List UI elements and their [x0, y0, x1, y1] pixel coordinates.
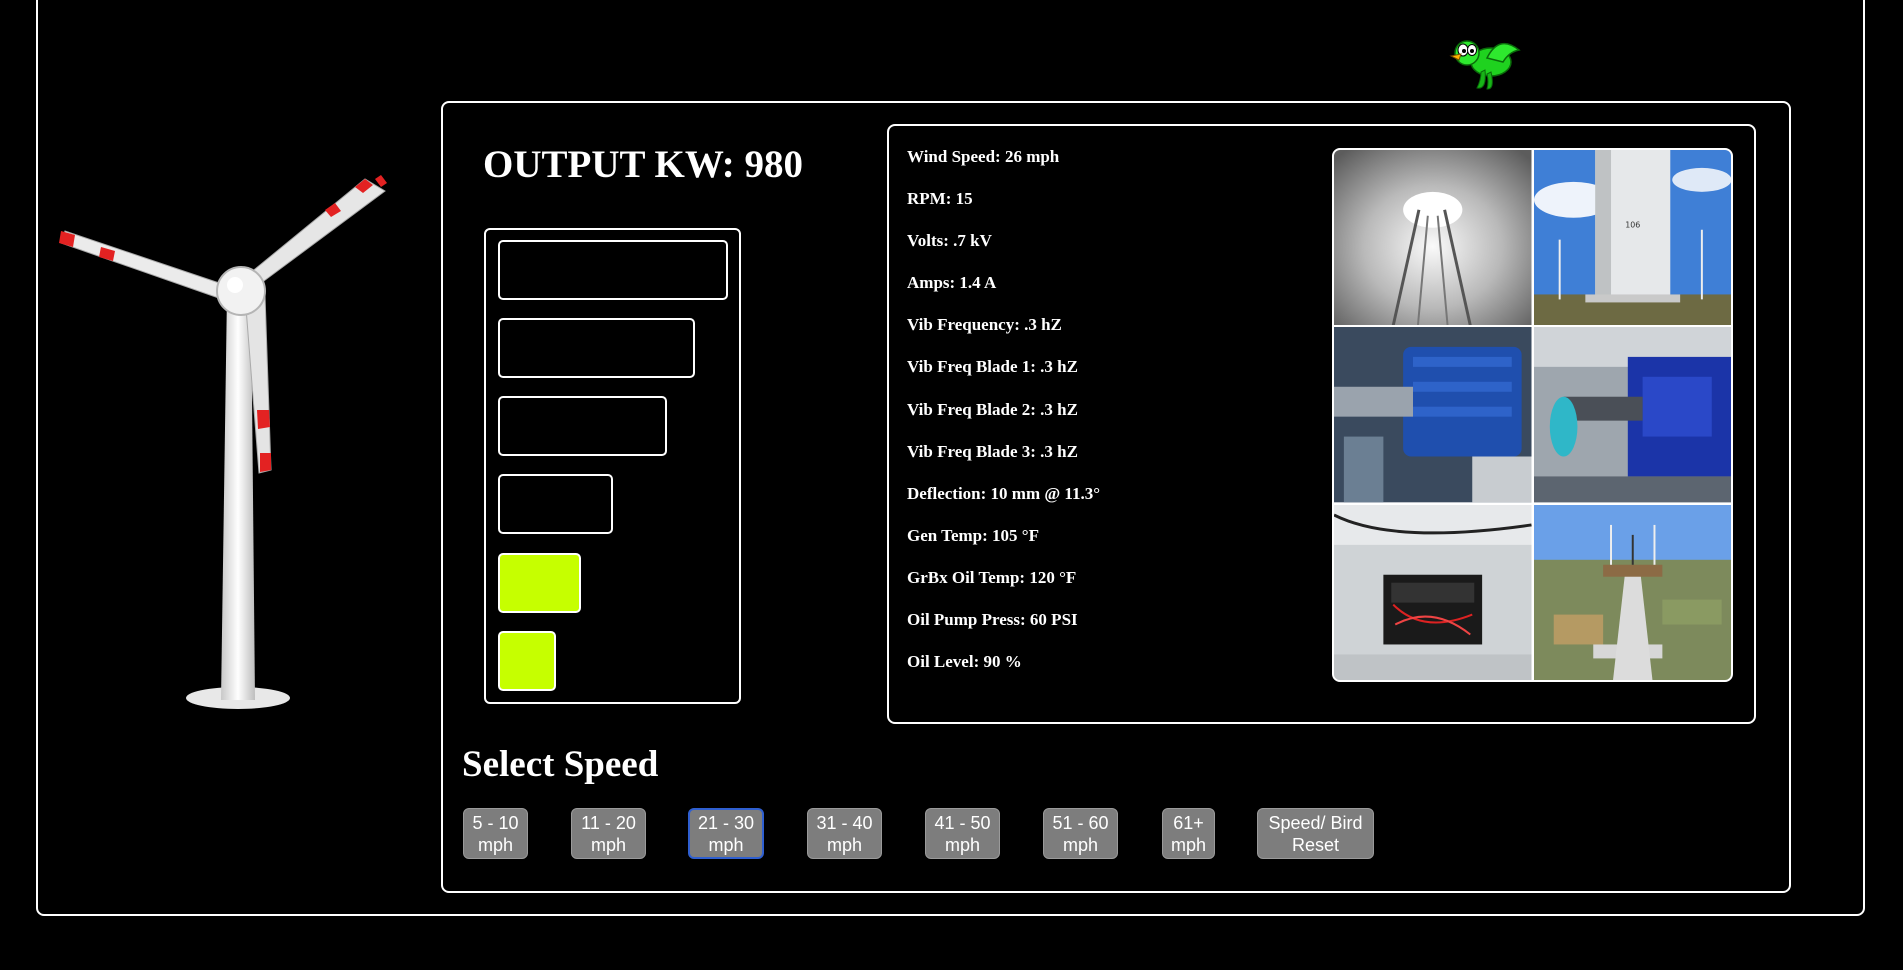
- speed-button-line1: Speed/ Bird: [1268, 812, 1363, 833]
- speed-button-line2: mph: [944, 834, 980, 855]
- generator-photo: [1334, 327, 1532, 503]
- reading-oil-pump-press: Oil Pump Press: 60 PSI: [907, 610, 1078, 630]
- reading-vib-blade-1: Vib Freq Blade 1: .3 hZ: [907, 357, 1078, 377]
- reading-wind-speed: Wind Speed: 26 mph: [907, 147, 1060, 166]
- speed-button-line1: 11 - 20: [581, 812, 636, 833]
- speed-button-line1: 5 - 10: [472, 812, 519, 833]
- speed-button-line1: 41 - 50: [934, 812, 991, 833]
- speed-button-31-40[interactable]: 31 - 40 mph: [807, 808, 882, 859]
- meter-segment: [498, 631, 556, 691]
- speed-button-line1: 51 - 60: [1052, 812, 1109, 833]
- photo-grid: 106: [1332, 148, 1733, 682]
- speed-button-line2: mph: [1062, 834, 1098, 855]
- speed-button-5-10[interactable]: 5 - 10 mph: [463, 808, 528, 859]
- speed-bird-reset-button[interactable]: Speed/ Bird Reset: [1257, 808, 1374, 859]
- reading-vib-frequency: Vib Frequency: .3 hZ: [907, 315, 1062, 335]
- tower-base-photo: 106: [1533, 150, 1731, 326]
- control-box-photo: [1334, 504, 1532, 680]
- reading-amps: Amps: 1.4 A: [907, 273, 997, 293]
- output-kw-label: OUTPUT KW: 980: [483, 143, 803, 186]
- power-meter: [484, 228, 741, 704]
- speed-button-line2: Reset: [1291, 834, 1340, 855]
- reading-rpm: RPM: 15: [907, 189, 973, 209]
- meter-segment: [498, 396, 667, 456]
- select-speed-title: Select Speed: [462, 744, 659, 785]
- speed-button-line1: 31 - 40: [816, 812, 873, 833]
- wind-turbine-icon: [59, 175, 387, 709]
- meter-segment: [498, 474, 613, 534]
- speed-button-11-20[interactable]: 11 - 20 mph: [571, 808, 646, 859]
- reading-deflection: Deflection: 10 mm @ 11.3°: [907, 483, 1101, 503]
- reading-volts: Volts: .7 kV: [907, 231, 992, 251]
- reading-gen-temp: Gen Temp: 105 °F: [907, 525, 1039, 545]
- speed-button-61-plus[interactable]: 61+ mph: [1162, 808, 1215, 859]
- nacelle-top-view-photo: [1533, 504, 1731, 680]
- tower-interior-photo: [1334, 150, 1532, 326]
- speed-button-line2: mph: [826, 834, 862, 855]
- reading-vib-blade-2: Vib Freq Blade 2: .3 hZ: [907, 399, 1078, 419]
- meter-segment: [498, 553, 581, 613]
- gearbox-photo: [1533, 327, 1731, 503]
- meter-segment: [498, 318, 695, 378]
- green-bird-icon: [1449, 40, 1521, 90]
- reading-vib-blade-3: Vib Freq Blade 3: .3 hZ: [907, 441, 1078, 461]
- svg-text:106: 106: [1625, 221, 1640, 230]
- speed-button-line2: mph: [1170, 834, 1206, 855]
- speed-button-51-60[interactable]: 51 - 60 mph: [1043, 808, 1118, 859]
- speed-button-line1: 21 - 30: [697, 812, 755, 833]
- meter-segment: [498, 240, 728, 300]
- speed-button-line2: mph: [477, 834, 513, 855]
- readings-list: Wind Speed: 26 mph RPM: 15 Volts: .7 kV …: [907, 147, 1100, 694]
- speed-button-41-50[interactable]: 41 - 50 mph: [925, 808, 1000, 859]
- speed-button-line2: mph: [708, 834, 744, 855]
- speed-button-line2: mph: [590, 834, 626, 855]
- speed-button-line1: 61+: [1173, 812, 1204, 833]
- speed-button-21-30[interactable]: 21 - 30 mph: [688, 808, 764, 859]
- reading-oil-level: Oil Level: 90 %: [907, 652, 1022, 672]
- reading-grbx-oil-temp: GrBx Oil Temp: 120 °F: [907, 567, 1077, 587]
